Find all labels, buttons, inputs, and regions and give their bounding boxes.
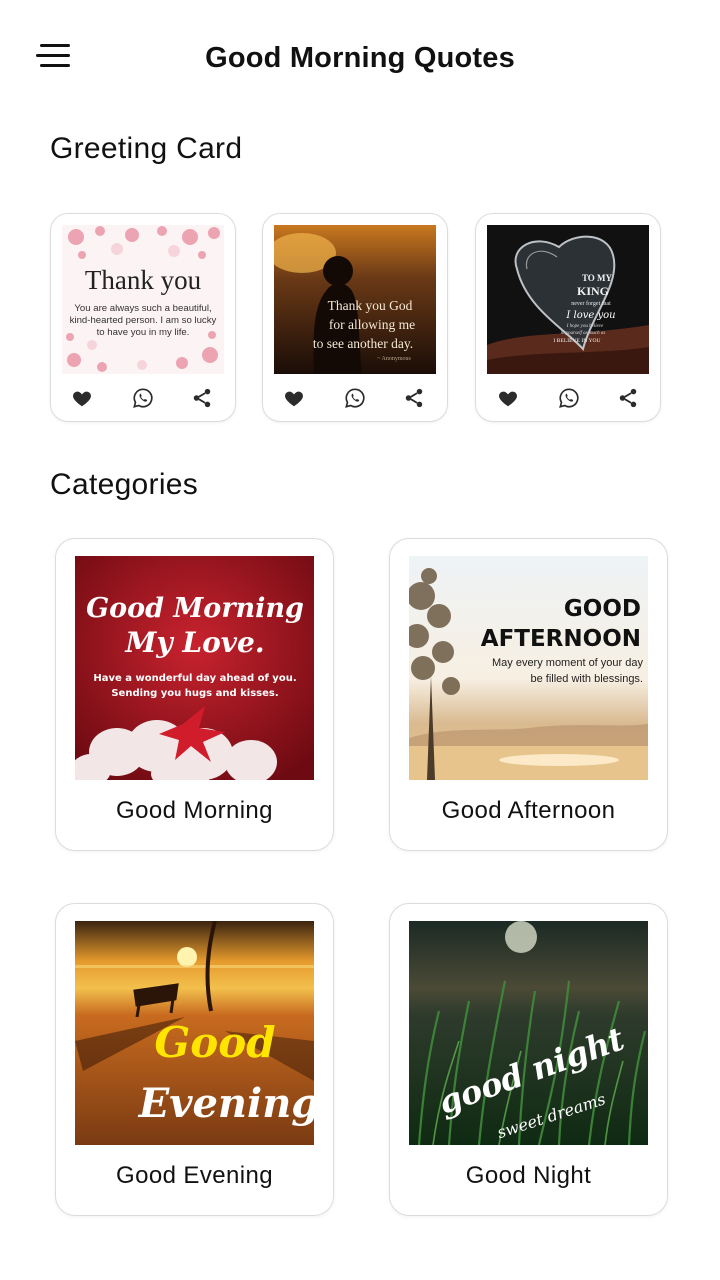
like-button[interactable] (70, 386, 94, 410)
svg-text:~ Anonymous: ~ Anonymous (377, 356, 411, 362)
share-button[interactable] (402, 386, 426, 410)
category-card-good-evening[interactable]: Good Evening Good Evening (55, 903, 334, 1216)
greeting-card-image[interactable]: Thank you You are always such a beautifu… (62, 225, 224, 374)
category-image: Good Morning My Love. Have a wonderful d… (75, 556, 314, 780)
svg-text:AFTERNOON: AFTERNOON (481, 626, 641, 652)
svg-text:I love you: I love you (565, 310, 615, 321)
category-card-good-afternoon[interactable]: GOOD AFTERNOON May every moment of your … (389, 538, 668, 851)
svg-text:be filled with blessings.: be filled with blessings. (530, 673, 643, 685)
svg-text:to see another day.: to see another day. (313, 336, 413, 351)
category-label: Good Evening (116, 1162, 273, 1189)
app-title: Good Morning Quotes (205, 42, 515, 74)
whatsapp-icon (559, 388, 579, 408)
greeting-card: Thank you God for allowing me to see ano… (262, 213, 448, 422)
whatsapp-share-button[interactable] (557, 386, 581, 410)
share-icon (193, 388, 211, 408)
greeting-card-image[interactable]: TO MY KING never forget that I love you … (487, 225, 649, 374)
svg-text:GOOD: GOOD (564, 596, 641, 622)
svg-text:Good Morning: Good Morning (86, 593, 304, 624)
category-card-good-night[interactable]: good night sweet dreams Good Night (389, 903, 668, 1216)
share-icon (405, 388, 423, 408)
svg-text:Thank you God: Thank you God (328, 298, 413, 313)
category-card-good-morning[interactable]: Good Morning My Love. Have a wonderful d… (55, 538, 334, 851)
whatsapp-share-button[interactable] (343, 386, 367, 410)
card-headline: Thank you (85, 265, 202, 295)
svg-text:Good: Good (154, 1018, 275, 1067)
svg-text:to have you in my life.: to have you in my life. (97, 327, 190, 338)
heart-icon (73, 391, 91, 407)
svg-text:I BELIEVE IN YOU: I BELIEVE IN YOU (553, 338, 600, 344)
share-button[interactable] (190, 386, 214, 410)
category-image: good night sweet dreams (409, 921, 648, 1145)
svg-text:kind-hearted person. I am so l: kind-hearted person. I am so lucky (70, 315, 217, 326)
whatsapp-share-button[interactable] (131, 386, 155, 410)
like-button[interactable] (282, 386, 306, 410)
svg-text:Have a wonderful day ahead of: Have a wonderful day ahead of you. (93, 673, 296, 684)
svg-text:TO MY: TO MY (582, 273, 613, 283)
svg-text:for allowing me: for allowing me (329, 317, 415, 332)
heart-icon (285, 391, 303, 407)
heart-icon (499, 391, 517, 407)
like-button[interactable] (496, 386, 520, 410)
svg-text:I hope you believe: I hope you believe (566, 324, 604, 329)
greeting-card-image[interactable]: Thank you God for allowing me to see ano… (274, 225, 436, 374)
svg-text:in yourself as much as: in yourself as much as (561, 331, 606, 336)
category-label: Good Night (465, 1162, 592, 1189)
svg-text:Sending you hugs and kisses.: Sending you hugs and kisses. (111, 688, 278, 699)
category-label: Good Afternoon (441, 797, 616, 824)
share-icon (619, 388, 637, 408)
svg-text:KING: KING (577, 284, 609, 298)
whatsapp-icon (345, 388, 365, 408)
svg-text:never forget that: never forget that (571, 300, 611, 307)
greeting-card: Thank you You are always such a beautifu… (50, 213, 236, 422)
svg-text:You are always such a beautifu: You are always such a beautiful, (74, 303, 211, 314)
category-image: Good Evening (75, 921, 314, 1145)
category-label: Good Morning (116, 797, 273, 824)
categories-section-title: Categories (50, 468, 199, 501)
category-image: GOOD AFTERNOON May every moment of your … (409, 556, 648, 780)
greeting-card: TO MY KING never forget that I love you … (475, 213, 661, 422)
svg-text:My Love.: My Love. (124, 626, 264, 659)
svg-text:Evening: Evening (138, 1080, 314, 1127)
greeting-card-section-title: Greeting Card (50, 132, 243, 165)
share-button[interactable] (616, 386, 640, 410)
whatsapp-icon (133, 388, 153, 408)
svg-text:May every moment of your day: May every moment of your day (492, 657, 644, 669)
